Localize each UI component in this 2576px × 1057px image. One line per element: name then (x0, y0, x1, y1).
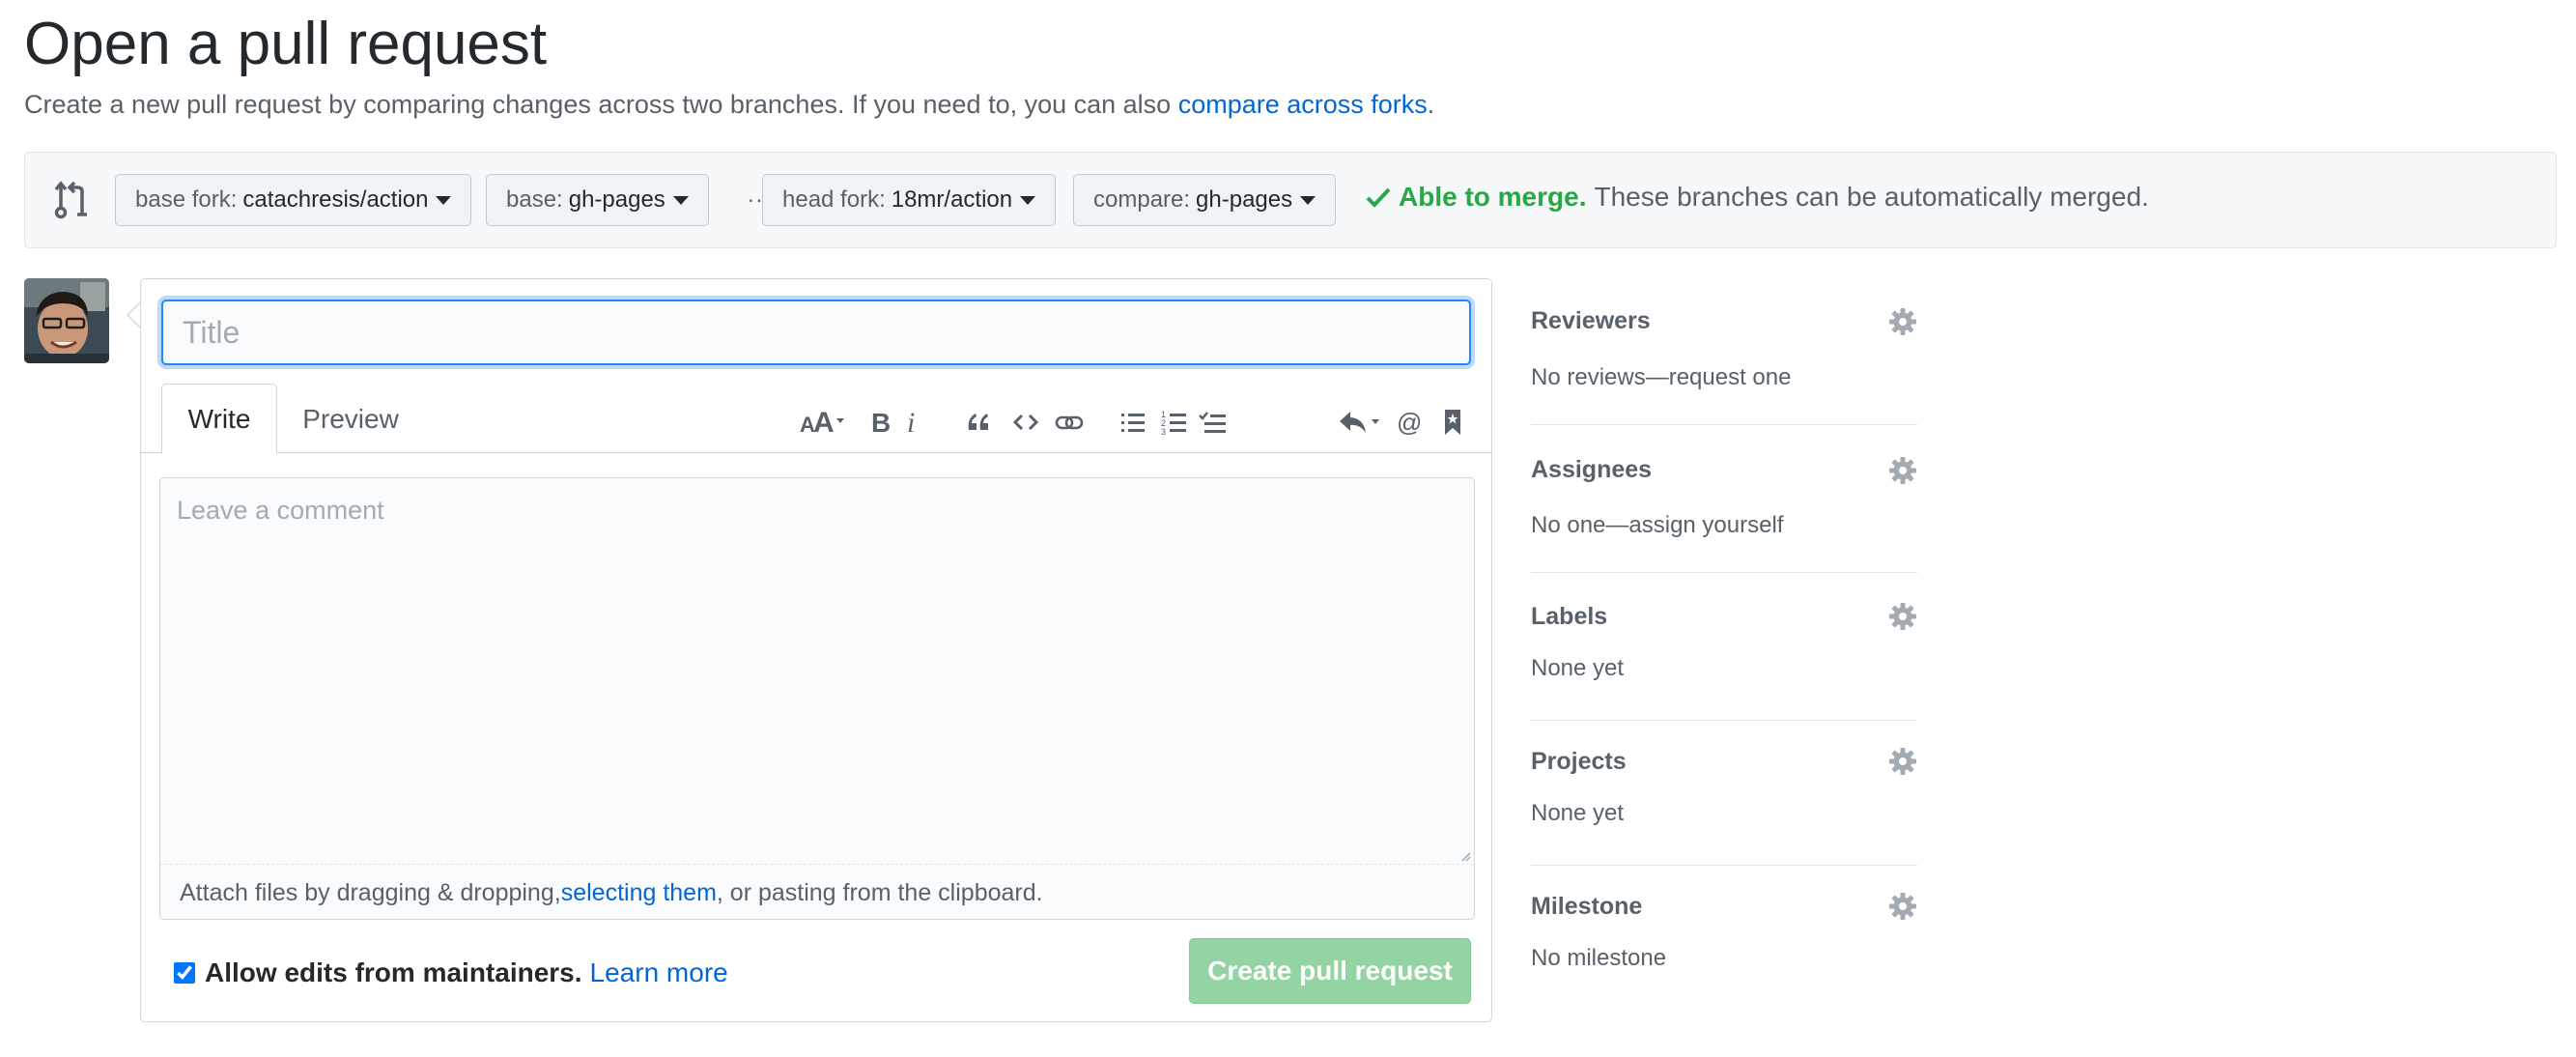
svg-text:3: 3 (1161, 427, 1166, 437)
comment-textarea[interactable] (160, 478, 1474, 865)
base-fork-label: base fork: (135, 186, 238, 213)
merge-detail-text: These branches can be automatically merg… (1594, 182, 2149, 212)
sidebar-reviewers: Reviewers No reviews—request one (1531, 288, 1917, 425)
allow-edits-row: Allow edits from maintainers. Learn more (174, 954, 728, 992)
quote-icon[interactable] (959, 403, 998, 442)
page-subtitle: Create a new pull request by comparing c… (24, 85, 1434, 124)
attach-text-end: , or pasting from the clipboard. (716, 879, 1043, 906)
merge-status: Able to merge. These branches can be aut… (1366, 182, 2149, 213)
sidebar-labels: Labels None yet (1531, 586, 1917, 721)
compare-branch-value: gh-pages (1196, 186, 1293, 213)
base-branch-label: base: (506, 186, 563, 213)
task-list-icon[interactable] (1194, 403, 1232, 442)
sidebar-assignees: Assignees No one—assign yourself (1531, 438, 1917, 573)
learn-more-link[interactable]: Learn more (590, 957, 728, 988)
code-icon[interactable] (1006, 403, 1045, 442)
reviewers-heading[interactable]: Reviewers (1531, 307, 1651, 335)
chevron-down-icon (436, 195, 452, 205)
base-branch-select[interactable]: base: gh-pages (486, 174, 709, 226)
svg-text:i: i (907, 407, 915, 438)
gear-icon[interactable] (1888, 307, 1917, 336)
labels-value: None yet (1531, 655, 1625, 681)
tab-preview[interactable]: Preview (288, 384, 413, 454)
page-title: Open a pull request (24, 11, 548, 77)
milestone-heading[interactable]: Milestone (1531, 893, 1642, 921)
reviewers-value[interactable]: No reviews—request one (1531, 364, 1791, 391)
bulleted-list-icon[interactable] (1114, 403, 1152, 442)
bookmark-icon[interactable] (1433, 403, 1472, 442)
check-icon (1366, 187, 1391, 208)
text-size-icon[interactable]: AA (798, 403, 852, 442)
merge-ok-text: Able to merge. (1399, 182, 1587, 212)
numbered-list-icon[interactable]: 123 (1155, 403, 1194, 442)
allow-edits-checkbox[interactable] (174, 962, 195, 984)
subtitle-end: . (1427, 90, 1435, 119)
avatar[interactable] (24, 278, 109, 363)
assignees-value[interactable]: No one—assign yourself (1531, 512, 1783, 539)
chevron-down-icon (672, 195, 689, 205)
allow-edits-label: Allow edits from maintainers. (205, 957, 582, 987)
pull-request-page: Open a pull request Create a new pull re… (0, 0, 2576, 1057)
assignees-heading[interactable]: Assignees (1531, 456, 1652, 484)
pull-request-form: Write Preview AA B i 123 (140, 278, 1492, 1022)
attach-text-start: Attach files by dragging & dropping, (180, 879, 561, 906)
reply-icon[interactable] (1337, 403, 1387, 442)
base-branch-value: gh-pages (568, 186, 665, 213)
attach-files-bar[interactable]: Attach files by dragging & dropping, sel… (160, 866, 1474, 919)
link-icon[interactable] (1050, 403, 1089, 442)
head-fork-select[interactable]: head fork: 18mr/action (762, 174, 1057, 226)
mention-icon[interactable]: @ (1391, 403, 1430, 442)
chevron-down-icon (1020, 195, 1036, 205)
resize-handle-icon[interactable] (1459, 850, 1471, 862)
compare-across-forks-link[interactable]: compare across forks (1178, 90, 1428, 119)
compare-branch-select[interactable]: compare: gh-pages (1073, 174, 1337, 226)
gear-icon[interactable] (1888, 892, 1917, 921)
compare-branch-label: compare: (1093, 186, 1191, 213)
user-avatar-image (24, 278, 109, 363)
projects-heading[interactable]: Projects (1531, 748, 1627, 776)
bold-icon[interactable]: B (861, 403, 899, 442)
svg-text:@: @ (1397, 408, 1422, 437)
git-compare-icon (54, 181, 87, 219)
gear-icon[interactable] (1888, 602, 1917, 631)
svg-text:A: A (813, 407, 835, 438)
gear-icon[interactable] (1888, 456, 1917, 485)
italic-icon[interactable]: i (894, 403, 933, 442)
projects-value: None yet (1531, 800, 1625, 826)
title-input[interactable] (161, 300, 1471, 365)
head-fork-value: 18mr/action (891, 186, 1013, 213)
head-fork-label: head fork: (782, 186, 886, 213)
base-fork-value: catachresis/action (242, 186, 429, 213)
branch-range-bar: base fork: catachresis/action base: gh-p… (24, 152, 2557, 248)
chevron-down-icon (1300, 195, 1316, 205)
sidebar-milestone: Milestone No milestone (1531, 875, 1917, 1001)
tab-write[interactable]: Write (161, 384, 277, 454)
selecting-them-link[interactable]: selecting them (561, 879, 717, 907)
create-pull-request-button[interactable]: Create pull request (1189, 938, 1471, 1004)
base-fork-select[interactable]: base fork: catachresis/action (115, 174, 472, 226)
svg-text:B: B (871, 408, 891, 438)
labels-heading[interactable]: Labels (1531, 603, 1607, 631)
milestone-value: No milestone (1531, 945, 1667, 971)
comment-box: Attach files by dragging & dropping, sel… (159, 477, 1475, 920)
subtitle-text: Create a new pull request by comparing c… (24, 90, 1178, 119)
sidebar-projects: Projects None yet (1531, 730, 1917, 866)
gear-icon[interactable] (1888, 747, 1917, 776)
